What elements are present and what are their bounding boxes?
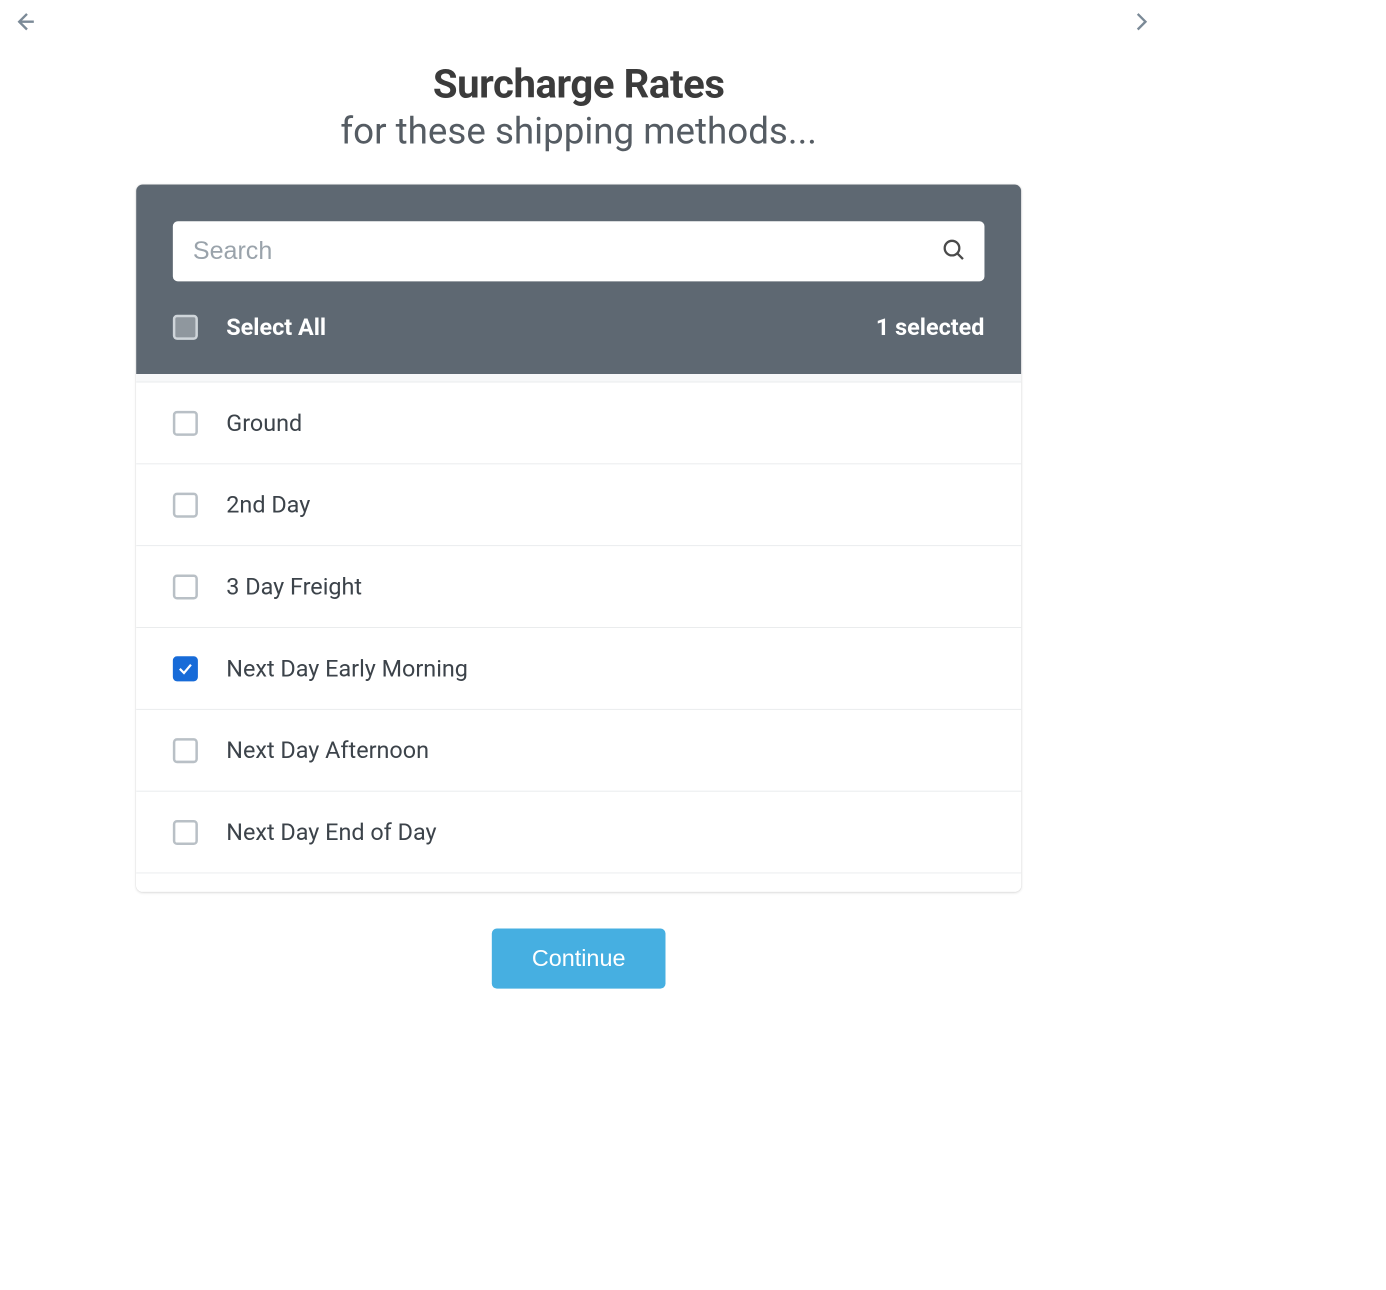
item-checkbox[interactable] <box>173 656 198 681</box>
page-title: Surcharge Rates <box>136 60 1021 108</box>
arrow-left-icon <box>13 10 36 37</box>
list-item[interactable]: Next Day End of Day <box>136 792 1021 874</box>
forward-button[interactable] <box>1129 10 1152 37</box>
continue-button[interactable]: Continue <box>492 929 666 989</box>
back-button[interactable] <box>13 10 36 37</box>
selected-count: 1 selected <box>876 313 985 341</box>
item-label: 3 Day Freight <box>226 573 362 601</box>
chevron-right-icon <box>1129 10 1152 37</box>
item-label: Next Day End of Day <box>226 818 436 846</box>
search-wrap <box>173 221 985 281</box>
search-icon <box>941 237 966 265</box>
selection-panel: Select All 1 selected Ground 2nd Day <box>136 185 1021 892</box>
item-checkbox[interactable] <box>173 738 198 763</box>
list-item[interactable]: 3 Day Freight <box>136 546 1021 628</box>
page-subtitle: for these shipping methods... <box>136 109 1021 152</box>
item-label: Next Day Early Morning <box>226 655 468 683</box>
select-all-label: Select All <box>226 313 326 341</box>
item-label: 2nd Day <box>226 491 310 519</box>
item-label: Next Day Afternoon <box>226 736 429 764</box>
list-item[interactable]: Next Day Afternoon <box>136 710 1021 792</box>
shipping-method-list: Ground 2nd Day 3 Day Freight Next Day Ea… <box>136 374 1021 892</box>
list-item[interactable]: Ground <box>136 382 1021 464</box>
search-input[interactable] <box>173 221 985 281</box>
item-checkbox[interactable] <box>173 410 198 435</box>
select-all-checkbox[interactable] <box>173 314 198 339</box>
list-item[interactable]: Next Day Early Morning <box>136 628 1021 710</box>
list-item[interactable]: 2nd Day <box>136 464 1021 546</box>
panel-header: Select All 1 selected <box>136 185 1021 375</box>
select-all-row: Select All 1 selected <box>173 281 985 374</box>
list-tail <box>136 873 1021 891</box>
item-label: Ground <box>226 409 302 437</box>
item-checkbox[interactable] <box>173 574 198 599</box>
list-gap <box>136 374 1021 382</box>
item-checkbox[interactable] <box>173 492 198 517</box>
item-checkbox[interactable] <box>173 820 198 845</box>
